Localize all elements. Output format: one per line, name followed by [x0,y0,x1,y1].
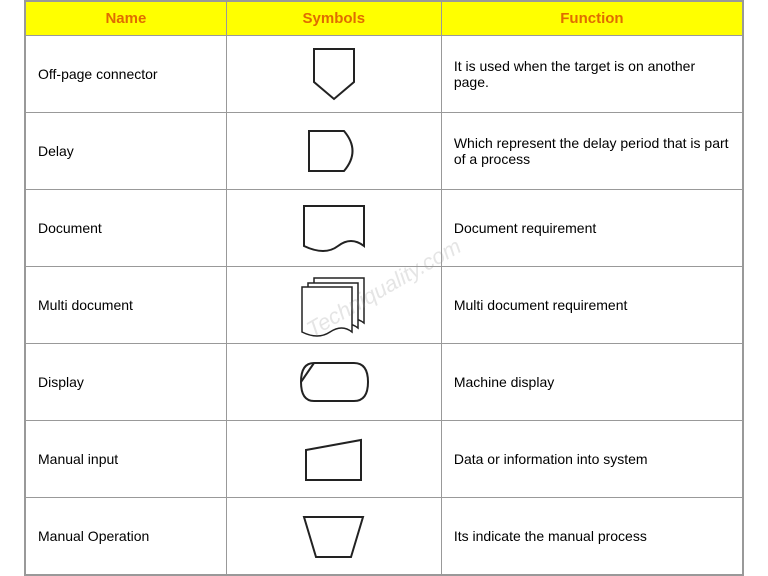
table-row: Off-page connector It is used when the t… [26,36,743,113]
header-row: Name Symbols Function [26,2,743,36]
table-row: Document Document requirement [26,190,743,267]
table-row: Manual input Data or information into sy… [26,421,743,498]
row-function: It is used when the target is on another… [441,36,742,113]
main-table-container: Techniquality.com Name Symbols Function … [24,0,744,576]
row-symbol [226,267,441,344]
row-symbol [226,344,441,421]
row-name: Display [26,344,227,421]
table-row: Delay Which represent the delay period t… [26,113,743,190]
row-name: Off-page connector [26,36,227,113]
header-name: Name [26,2,227,36]
row-function: Data or information into system [441,421,742,498]
row-function: Multi document requirement [441,267,742,344]
row-name: Document [26,190,227,267]
symbols-table: Name Symbols Function Off-page connector… [25,1,743,575]
row-name: Manual input [26,421,227,498]
row-symbol [226,498,441,575]
row-symbol [226,113,441,190]
row-symbol [226,36,441,113]
table-row: Display Machine display [26,344,743,421]
table-row: Manual Operation Its indicate the manual… [26,498,743,575]
table-wrapper: Name Symbols Function Off-page connector… [24,0,744,576]
row-function: Which represent the delay period that is… [441,113,742,190]
row-name: Multi document [26,267,227,344]
header-symbols: Symbols [226,2,441,36]
row-name: Manual Operation [26,498,227,575]
row-name: Delay [26,113,227,190]
row-function: Document requirement [441,190,742,267]
row-symbol [226,421,441,498]
row-function: Its indicate the manual process [441,498,742,575]
table-row: Multi document Multi document requiremen… [26,267,743,344]
row-symbol [226,190,441,267]
row-function: Machine display [441,344,742,421]
header-function: Function [441,2,742,36]
